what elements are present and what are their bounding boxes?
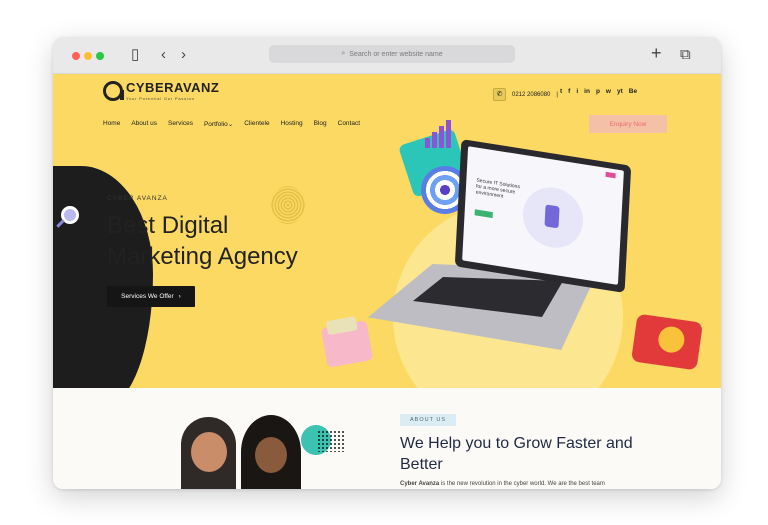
address-bar[interactable]: ⌕ Search or enter website name: [269, 45, 515, 63]
nav-item-hosting[interactable]: Hosting: [281, 120, 303, 128]
nav-item-services[interactable]: Services: [168, 120, 193, 128]
nav-item-blog[interactable]: Blog: [314, 120, 327, 128]
about-paragraph: Cyber Avanza is the new revolution in th…: [400, 481, 605, 487]
address-placeholder: Search or enter website name: [349, 50, 443, 58]
screen-heading: Secure IT Solutions for a more secure en…: [475, 177, 521, 200]
main-nav: Home About us Services Portfolio⌄ Client…: [103, 120, 360, 128]
phone-contact[interactable]: ✆ 0212 2086080 |: [493, 88, 558, 101]
magnifier-icon: [61, 206, 79, 224]
hero-title: Best Digital Marketing Agency: [107, 212, 298, 270]
hero-eyebrow: CYBER AVANZA: [107, 195, 168, 202]
screen-cta: [474, 209, 493, 219]
nav-item-contact[interactable]: Contact: [338, 120, 360, 128]
phone-icon: ✆: [493, 88, 506, 101]
chevron-down-icon: ⌄: [227, 121, 234, 128]
nav-item-clientele[interactable]: Clientele: [244, 120, 269, 128]
whatsapp-icon[interactable]: w: [606, 88, 611, 95]
forward-icon[interactable]: ›: [181, 46, 186, 64]
close-window-button[interactable]: [72, 52, 80, 60]
team-photo-woman: [241, 415, 301, 489]
behance-icon[interactable]: Be: [629, 88, 637, 95]
facebook-icon[interactable]: f: [568, 88, 570, 95]
screen-illustration: [521, 183, 585, 253]
minimize-window-button[interactable]: [84, 52, 92, 60]
web-page: CYBERAVANZ Your Potential Our Passion ✆ …: [53, 74, 721, 489]
about-heading: We Help you to Grow Faster and Better: [400, 435, 633, 473]
linkedin-icon[interactable]: in: [584, 88, 590, 95]
laptop-illustration: Secure IT Solutions for a more secure en…: [454, 139, 632, 293]
about-section: ABOUT US We Help you to Grow Faster and …: [53, 388, 721, 489]
logo-tagline: Your Potential Our Passion: [126, 96, 195, 101]
services-button[interactable]: Services We Offer ›: [107, 286, 195, 307]
logo-mark-icon: [103, 81, 124, 101]
browser-window: ▯ ‹ › ⌕ Search or enter website name + ⧉…: [53, 37, 721, 489]
about-badge: ABOUT US: [400, 414, 456, 426]
nav-item-home[interactable]: Home: [103, 120, 120, 128]
divider: |: [556, 91, 558, 98]
nav-item-about[interactable]: About us: [131, 120, 157, 128]
team-photo-man: [181, 417, 236, 489]
sidebar-icon[interactable]: ▯: [131, 46, 139, 64]
tabs-icon[interactable]: ⧉: [680, 46, 691, 64]
youtube-icon[interactable]: yt: [617, 88, 623, 95]
back-icon[interactable]: ‹: [161, 46, 166, 64]
decorative-dot-grid: [317, 430, 345, 452]
pinterest-icon[interactable]: p: [596, 88, 600, 95]
logo-text: CYBERAVANZ: [126, 80, 220, 95]
new-tab-icon[interactable]: +: [651, 44, 662, 62]
screen-button: [605, 171, 616, 179]
chat-emoji-icon: [630, 313, 704, 371]
instagram-icon[interactable]: i: [576, 88, 578, 95]
maximize-window-button[interactable]: [96, 52, 104, 60]
twitter-icon[interactable]: t: [560, 88, 562, 95]
phone-number: 0212 2086080: [512, 91, 551, 98]
social-links: t f i in p w yt Be: [560, 88, 637, 95]
site-logo[interactable]: CYBERAVANZ Your Potential Our Passion: [103, 81, 219, 101]
bar-chart-icon: [425, 120, 455, 148]
nav-item-portfolio[interactable]: Portfolio⌄: [204, 120, 233, 128]
arrow-right-icon: ›: [178, 293, 181, 300]
browser-toolbar: ▯ ‹ › ⌕ Search or enter website name + ⧉: [53, 37, 721, 74]
wallet-icon: [320, 320, 374, 368]
hero-section: CYBERAVANZ Your Potential Our Passion ✆ …: [53, 74, 721, 388]
search-icon: ⌕: [341, 50, 346, 57]
enquiry-button[interactable]: Enquiry Now: [589, 115, 667, 133]
